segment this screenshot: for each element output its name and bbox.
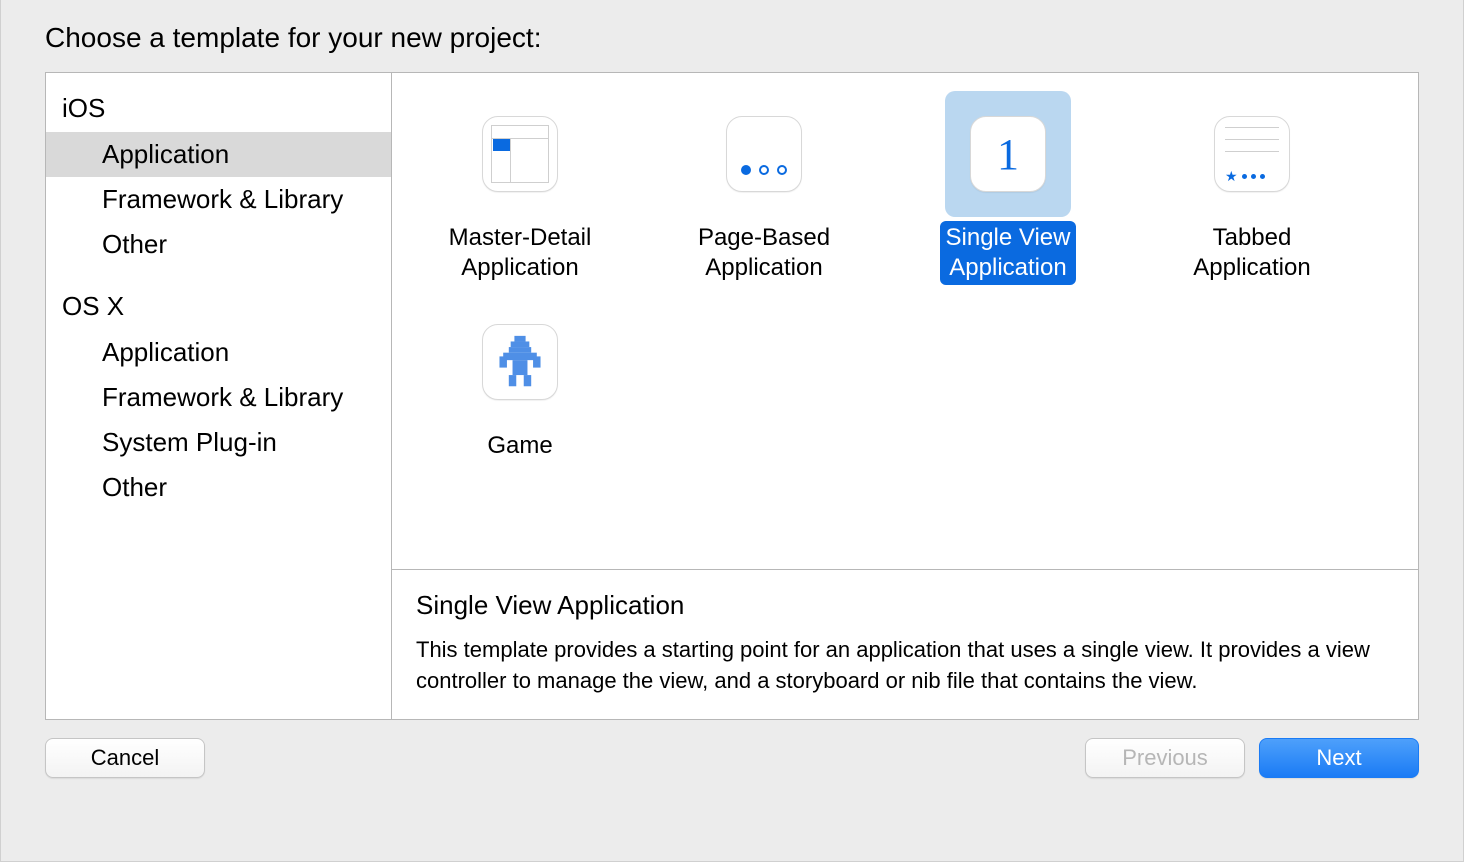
tabbed-icon: ★ <box>1214 116 1290 192</box>
single-view-icon: 1 <box>970 116 1046 192</box>
template-category-sidebar: iOS Application Framework & Library Othe… <box>46 73 392 719</box>
master-detail-icon <box>482 116 558 192</box>
template-detail: Single View Application This template pr… <box>392 569 1418 719</box>
sidebar-item-ios-framework-library[interactable]: Framework & Library <box>46 177 391 222</box>
detail-title: Single View Application <box>416 590 1394 621</box>
dialog-footer: Cancel Previous Next <box>1 720 1463 796</box>
template-icon-wrap: 1 <box>945 91 1071 217</box>
sidebar-item-label: Other <box>102 229 167 259</box>
sidebar-item-osx-other[interactable]: Other <box>46 465 391 510</box>
template-label: Tabbed Application <box>1187 221 1316 285</box>
sidebar-item-label: Framework & Library <box>102 382 343 412</box>
template-icon-wrap <box>457 299 583 425</box>
detail-body: This template provides a starting point … <box>416 635 1394 697</box>
template-icon-wrap: ★ <box>1189 91 1315 217</box>
sidebar-item-label: Other <box>102 472 167 502</box>
template-content: Master-Detail Application Page-Based App… <box>392 73 1418 719</box>
next-button[interactable]: Next <box>1259 738 1419 778</box>
sidebar-item-ios-application[interactable]: Application <box>46 132 391 177</box>
button-label: Next <box>1316 745 1361 771</box>
cancel-button[interactable]: Cancel <box>45 738 205 778</box>
template-tabbed[interactable]: ★ Tabbed Application <box>1142 91 1362 285</box>
sidebar-item-label: Application <box>102 337 229 367</box>
sidebar-item-ios-other[interactable]: Other <box>46 222 391 267</box>
dialog-heading: Choose a template for your new project: <box>1 0 1463 72</box>
template-icon-wrap <box>701 91 827 217</box>
single-view-glyph: 1 <box>997 129 1019 180</box>
sidebar-item-label: Framework & Library <box>102 184 343 214</box>
template-label: Page-Based Application <box>692 221 836 285</box>
template-page-based[interactable]: Page-Based Application <box>654 91 874 285</box>
sidebar-item-label: Application <box>102 139 229 169</box>
template-label: Game <box>481 429 558 463</box>
template-grid: Master-Detail Application Page-Based App… <box>392 73 1418 569</box>
sidebar-item-osx-application[interactable]: Application <box>46 330 391 375</box>
sidebar-item-osx-system-plugin[interactable]: System Plug-in <box>46 420 391 465</box>
main-panel: iOS Application Framework & Library Othe… <box>45 72 1419 720</box>
button-label: Previous <box>1122 745 1208 771</box>
template-game[interactable]: Game <box>410 299 630 463</box>
sidebar-section-osx: OS X <box>46 283 391 330</box>
template-label: Master-Detail Application <box>443 221 598 285</box>
new-project-dialog: Choose a template for your new project: … <box>0 0 1464 862</box>
sidebar-item-osx-framework-library[interactable]: Framework & Library <box>46 375 391 420</box>
sidebar-section-ios: iOS <box>46 85 391 132</box>
template-single-view[interactable]: 1 Single View Application <box>898 91 1118 285</box>
button-label: Cancel <box>91 745 159 771</box>
previous-button[interactable]: Previous <box>1085 738 1245 778</box>
game-character-icon <box>497 334 543 390</box>
game-icon <box>482 324 558 400</box>
star-icon: ★ <box>1225 171 1238 181</box>
template-master-detail[interactable]: Master-Detail Application <box>410 91 630 285</box>
sidebar-item-label: System Plug-in <box>102 427 277 457</box>
template-icon-wrap <box>457 91 583 217</box>
page-based-icon <box>726 116 802 192</box>
template-label: Single View Application <box>940 221 1077 285</box>
